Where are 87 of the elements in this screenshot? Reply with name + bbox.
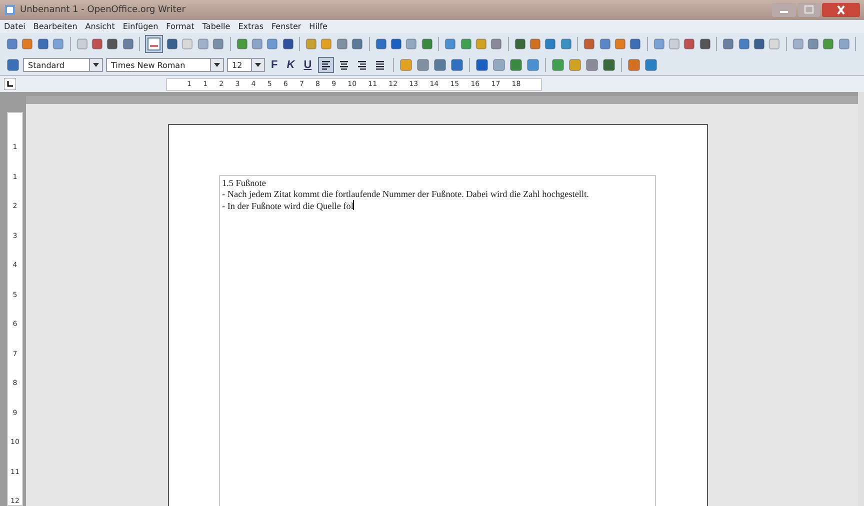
toolbar-icon[interactable] — [21, 37, 34, 51]
text-cursor — [353, 200, 354, 210]
paragraph-text: - Nach jedem Zitat kommt die fortlaufende Nummer der Fußnote. Dabei wird die Zahl hochgestellt. — [222, 189, 590, 200]
toolbar-icon[interactable] — [351, 37, 364, 51]
spellcheck-toggle[interactable] — [145, 35, 164, 53]
toolbar-icon[interactable] — [614, 37, 626, 51]
toolbar-icon[interactable] — [390, 37, 402, 51]
toolbar-icon[interactable] — [822, 37, 835, 51]
toolbar-icon[interactable] — [584, 58, 599, 72]
tab-stop-icon[interactable] — [4, 78, 16, 90]
menu-item[interactable]: Datei — [4, 22, 26, 31]
toolbar-icon[interactable] — [212, 37, 225, 51]
dropdown-arrow-icon — [93, 63, 99, 67]
toolbar-icon[interactable] — [544, 37, 557, 51]
toolbar-icon[interactable] — [652, 37, 666, 51]
toolbar-icon[interactable] — [626, 58, 641, 72]
toolbar-icon[interactable] — [416, 58, 430, 72]
align-right-icon — [356, 59, 368, 71]
toolbar-icon[interactable] — [683, 37, 696, 51]
toolbar-icon[interactable] — [568, 58, 582, 72]
spellcheck-icon — [146, 36, 162, 52]
align-left-icon — [320, 59, 332, 71]
maximize-button[interactable] — [798, 3, 820, 17]
toolbar-icon[interactable] — [514, 37, 526, 51]
toolbar-icon[interactable] — [738, 37, 750, 51]
text-area[interactable]: 1.5 Fußnote - Nach jedem Zitat kommt die fortlaufende Nummer der Fußnote. Dabei wird die Zahl hochgestellt. - In der Fußnote wird die Quelle fol — [219, 175, 656, 506]
toolbar-icon[interactable] — [266, 37, 279, 51]
toolbar-icon[interactable] — [529, 37, 542, 51]
toolbar-icon[interactable] — [336, 37, 348, 51]
toolbar-icon[interactable] — [374, 37, 387, 51]
toolbar-icon[interactable] — [90, 37, 104, 51]
toolbar-icon[interactable] — [602, 58, 616, 72]
style-dropdown[interactable]: Standard — [23, 58, 103, 72]
toolbar-icon[interactable] — [644, 58, 658, 72]
toolbar-icon[interactable] — [36, 37, 50, 51]
align-left-button[interactable] — [318, 57, 334, 73]
toolbar-icon[interactable] — [444, 37, 456, 51]
menu-item[interactable]: Bearbeiten — [33, 22, 78, 31]
underline-button[interactable]: U — [300, 58, 315, 72]
toolbar-icon[interactable] — [752, 37, 766, 51]
minimize-button[interactable] — [772, 3, 796, 17]
menu-item[interactable]: Hilfe — [309, 22, 328, 31]
font-size-dropdown[interactable]: 12 — [227, 58, 265, 72]
paragraph-text: - In der Fußnote wird die Quelle fol — [222, 200, 356, 212]
toolbar-icon[interactable] — [6, 58, 20, 72]
toolbar-icon[interactable] — [282, 37, 294, 51]
toolbar-icon[interactable] — [474, 58, 489, 72]
app-icon — [4, 4, 16, 16]
menu-item[interactable]: Extras — [238, 22, 264, 31]
toolbar-icon[interactable] — [432, 58, 447, 72]
toolbar-icon[interactable] — [166, 37, 178, 51]
toolbar-icon[interactable] — [698, 37, 712, 51]
bold-button[interactable]: F — [268, 58, 281, 72]
toolbar-icon[interactable] — [106, 37, 119, 51]
heading-text: 1.5 Fußnote — [222, 178, 267, 189]
menu-item[interactable]: Fenster — [272, 22, 302, 31]
window-title: Unbenannt 1 - OpenOffice.org Writer — [20, 5, 186, 15]
toolbar-icon[interactable] — [807, 37, 820, 51]
toolbar-icon[interactable] — [490, 37, 503, 51]
align-center-icon — [338, 59, 350, 71]
toolbar-icon[interactable] — [583, 37, 596, 51]
menu-item[interactable]: Ansicht — [85, 22, 115, 31]
toolbar-icon[interactable] — [550, 58, 565, 72]
toolbar-icon[interactable] — [52, 37, 65, 51]
menu-item[interactable]: Tabelle — [202, 22, 230, 31]
toolbar-icon[interactable] — [598, 37, 611, 51]
toolbar-icon[interactable] — [6, 37, 18, 51]
menu-item[interactable]: Einfügen — [122, 22, 158, 31]
toolbar-icon[interactable] — [122, 37, 134, 51]
toolbar-icon[interactable] — [460, 37, 472, 51]
toolbar-icon[interactable] — [526, 58, 540, 72]
toolbar-icon[interactable] — [722, 37, 735, 51]
close-button[interactable] — [822, 3, 860, 17]
toolbar-icon[interactable] — [492, 58, 506, 72]
toolbar-icon[interactable] — [450, 58, 464, 72]
menu-item[interactable]: Format — [166, 22, 194, 31]
toolbar-icon[interactable] — [398, 58, 413, 72]
toolbar-icon[interactable] — [508, 58, 523, 72]
toolbar-icon[interactable] — [420, 37, 434, 51]
toolbar-icon[interactable] — [560, 37, 572, 51]
dropdown-arrow-icon — [214, 63, 220, 67]
justify-icon — [374, 59, 386, 71]
dropdown-arrow-icon — [255, 63, 261, 67]
font-dropdown[interactable]: Times New Roman — [106, 58, 224, 72]
toolbar-icon[interactable] — [236, 37, 248, 51]
toolbar-icon[interactable] — [629, 37, 642, 51]
italic-button[interactable]: K — [284, 58, 298, 72]
